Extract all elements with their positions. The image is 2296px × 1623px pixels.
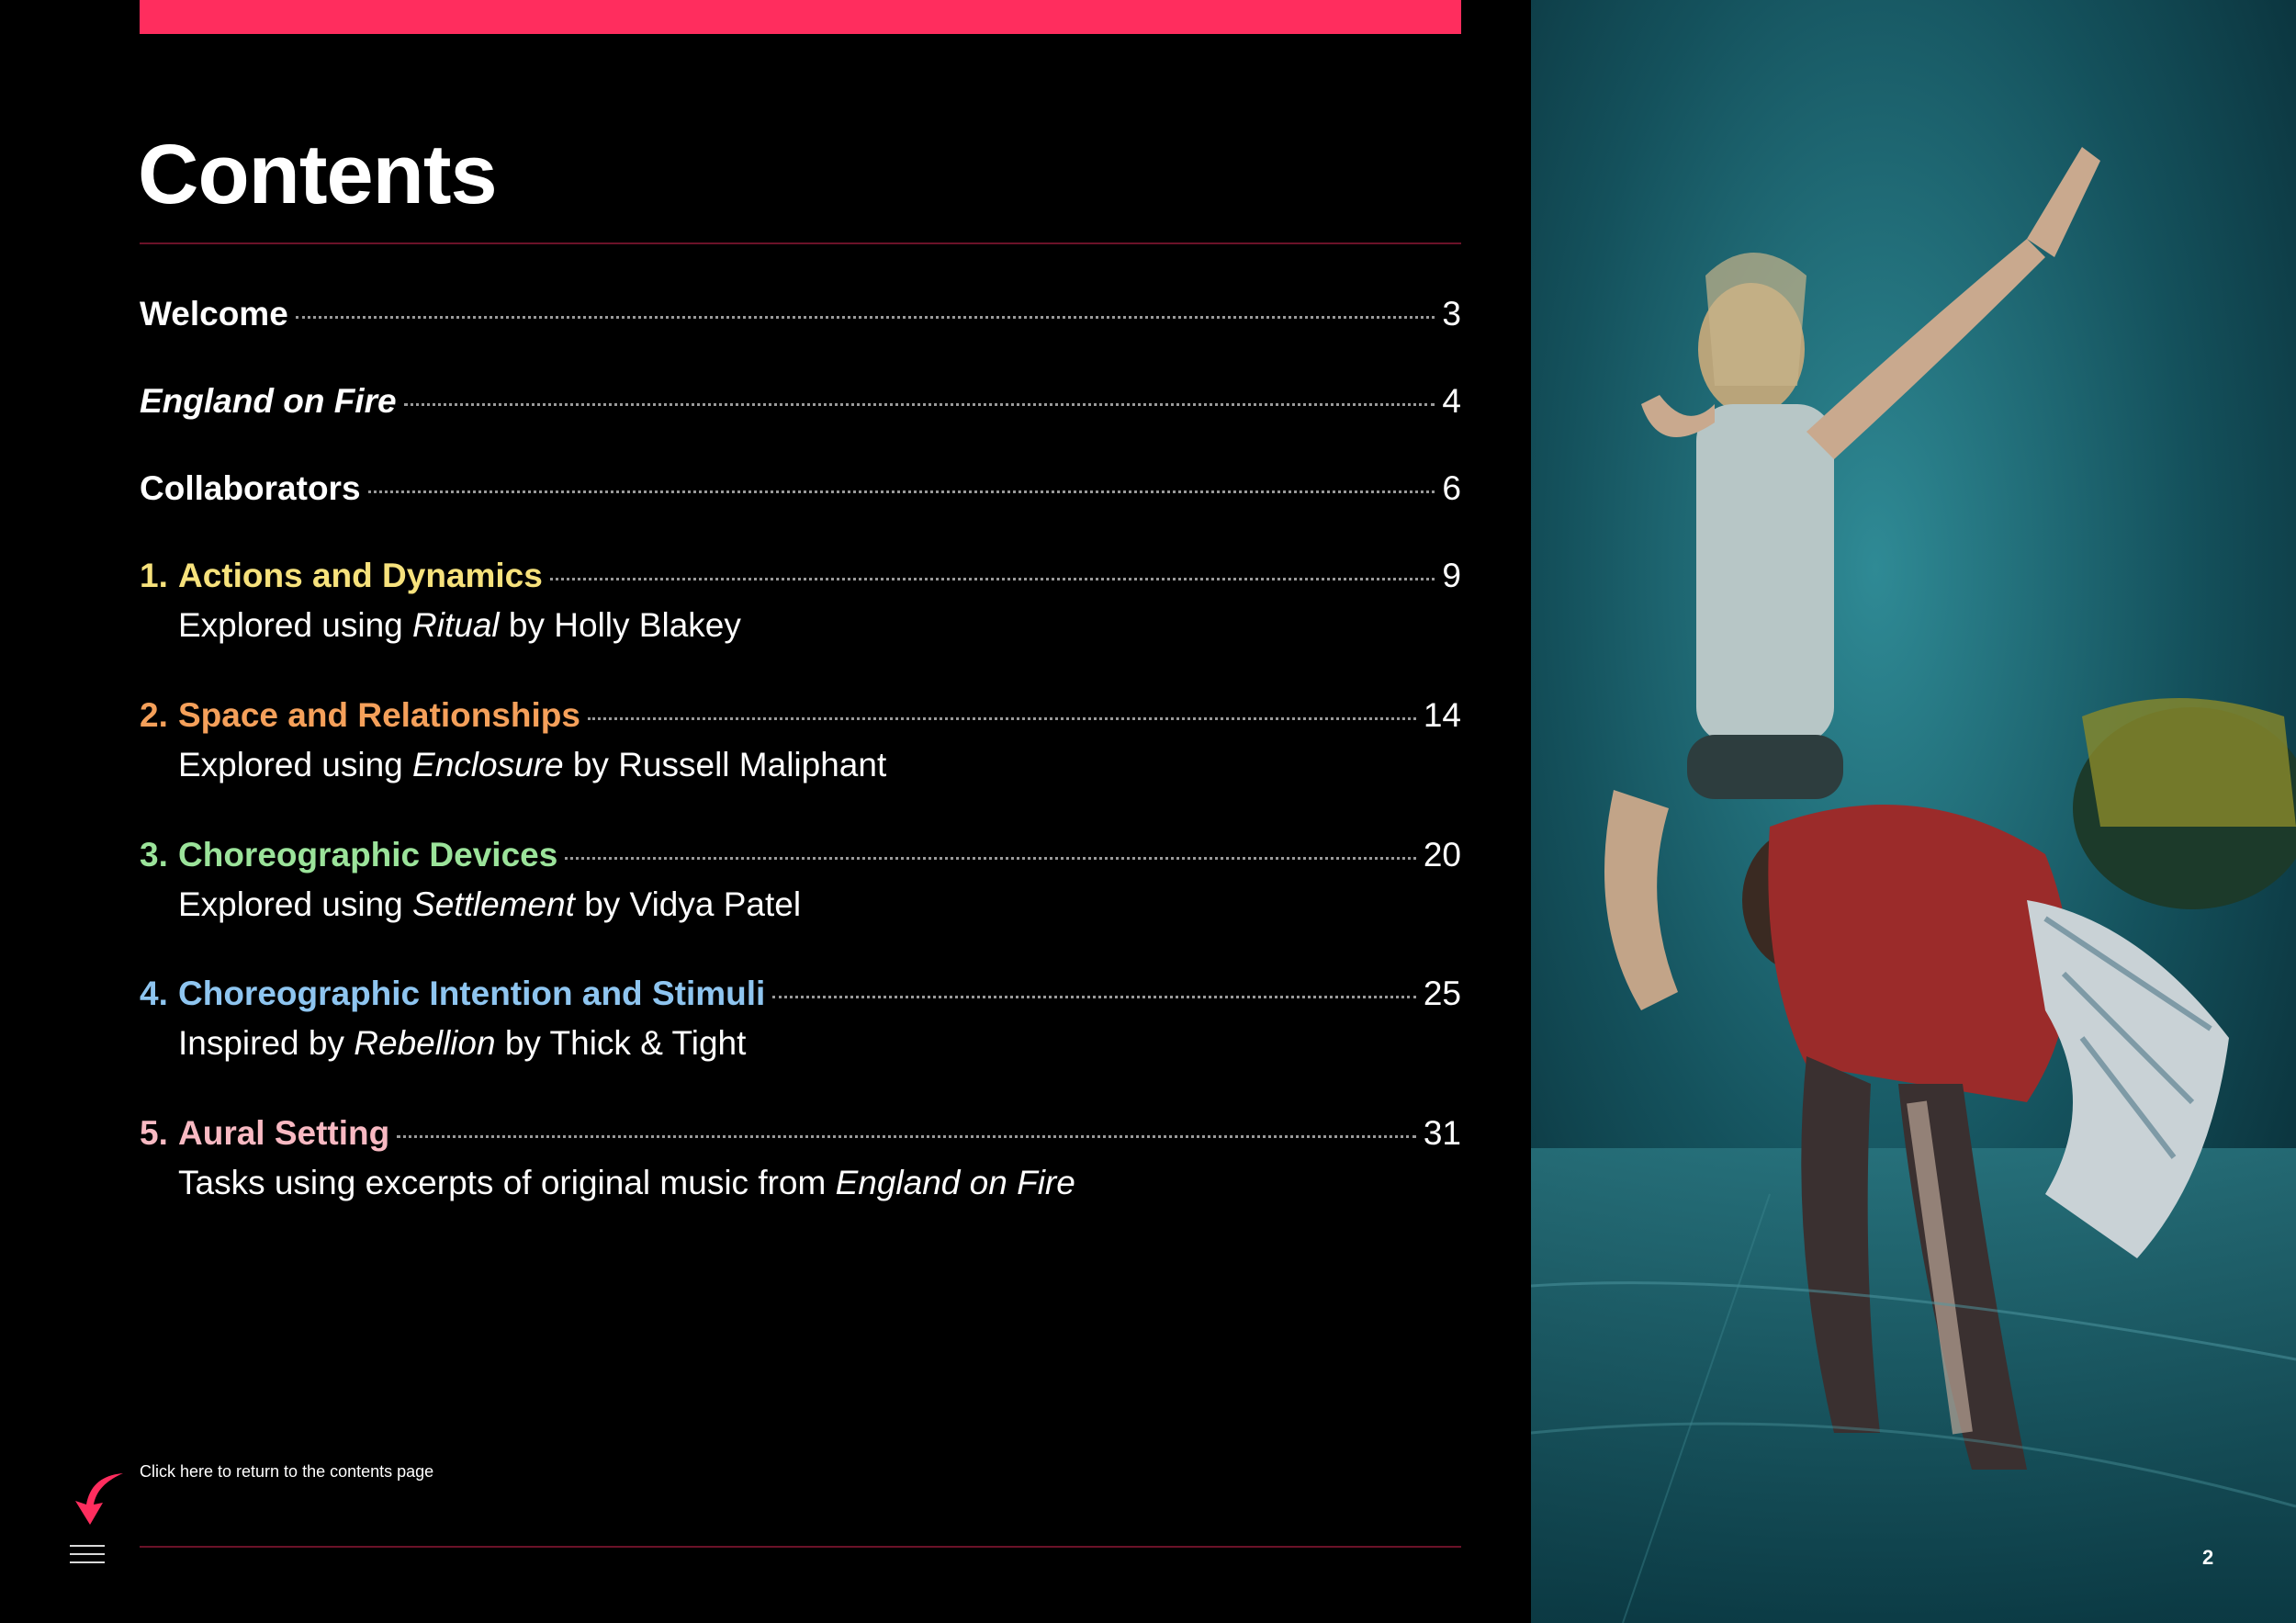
- toc-leader-dots: [295, 316, 1435, 319]
- toc-label: Choreographic Intention and Stimuli: [178, 975, 766, 1012]
- toc-section-number: 5.: [140, 1114, 168, 1152]
- toc-page-number: 14: [1423, 696, 1461, 734]
- toc-section-number: 2.: [140, 696, 168, 734]
- toc-entry-section-2[interactable]: 2. Space and Relationships 14 Explored u…: [140, 695, 1461, 786]
- toc-entry-england-on-fire[interactable]: England on Fire 4: [140, 381, 1461, 422]
- toc-entry-section-5[interactable]: 5. Aural Setting 31 Tasks using excerpts…: [140, 1113, 1461, 1204]
- toc-subtitle: Explored using Settlement by Vidya Patel: [178, 885, 802, 924]
- toc-page-number: 25: [1423, 975, 1461, 1012]
- toc-leader-dots: [565, 857, 1416, 860]
- toc-label: Aural Setting: [178, 1114, 390, 1152]
- page-title: Contents: [138, 128, 498, 221]
- toc-subtitle: Tasks using excerpts of original music f…: [178, 1164, 1075, 1202]
- toc-leader-dots: [772, 996, 1416, 998]
- toc-section-number: 4.: [140, 975, 168, 1012]
- toc-subtitle: Explored using Enclosure by Russell Mali…: [178, 746, 887, 784]
- toc-page-number: 3: [1442, 295, 1461, 332]
- title-divider: [140, 242, 1461, 244]
- page-number: 2: [2202, 1546, 2214, 1569]
- toc-leader-dots: [367, 490, 1435, 493]
- toc-label: Collaborators: [140, 469, 361, 507]
- top-accent-bar: [140, 0, 1461, 34]
- dancers-photo-illustration: [1531, 0, 2296, 1623]
- hamburger-menu-icon[interactable]: [70, 1545, 105, 1567]
- toc-entry-section-3[interactable]: 3. Choreographic Devices 20 Explored usi…: [140, 835, 1461, 926]
- dancers-photo: [1531, 0, 2296, 1623]
- return-to-contents-note[interactable]: Click here to return to the contents pag…: [140, 1462, 433, 1482]
- toc-page-number: 31: [1423, 1114, 1461, 1152]
- toc-entry-section-1[interactable]: 1. Actions and Dynamics 9 Explored using…: [140, 556, 1461, 647]
- toc-leader-dots: [549, 578, 1435, 580]
- toc-label: England on Fire: [140, 382, 397, 420]
- toc-subtitle: Inspired by Rebellion by Thick & Tight: [178, 1024, 747, 1063]
- toc-page-number: 6: [1442, 469, 1461, 507]
- toc-label: Actions and Dynamics: [178, 557, 543, 594]
- toc-page-number: 9: [1442, 557, 1461, 594]
- toc-leader-dots: [403, 403, 1435, 406]
- toc-page-number: 4: [1442, 382, 1461, 420]
- toc-subtitle: Explored using Ritual by Holly Blakey: [178, 606, 741, 645]
- toc-label: Welcome: [140, 295, 288, 332]
- toc-leader-dots: [587, 717, 1416, 720]
- footer-divider: [140, 1546, 1461, 1548]
- toc-section-number: 3.: [140, 836, 168, 873]
- toc-leader-dots: [397, 1135, 1416, 1138]
- toc-label: Space and Relationships: [178, 696, 580, 734]
- toc-page-number: 20: [1423, 836, 1461, 873]
- toc-entry-section-4[interactable]: 4. Choreographic Intention and Stimuli 2…: [140, 974, 1461, 1065]
- toc-entry-collaborators[interactable]: Collaborators 6: [140, 468, 1461, 509]
- toc-entry-welcome[interactable]: Welcome 3: [140, 294, 1461, 334]
- toc-section-number: 1.: [140, 557, 168, 594]
- curved-arrow-icon[interactable]: [66, 1470, 130, 1527]
- toc-label: Choreographic Devices: [178, 836, 558, 873]
